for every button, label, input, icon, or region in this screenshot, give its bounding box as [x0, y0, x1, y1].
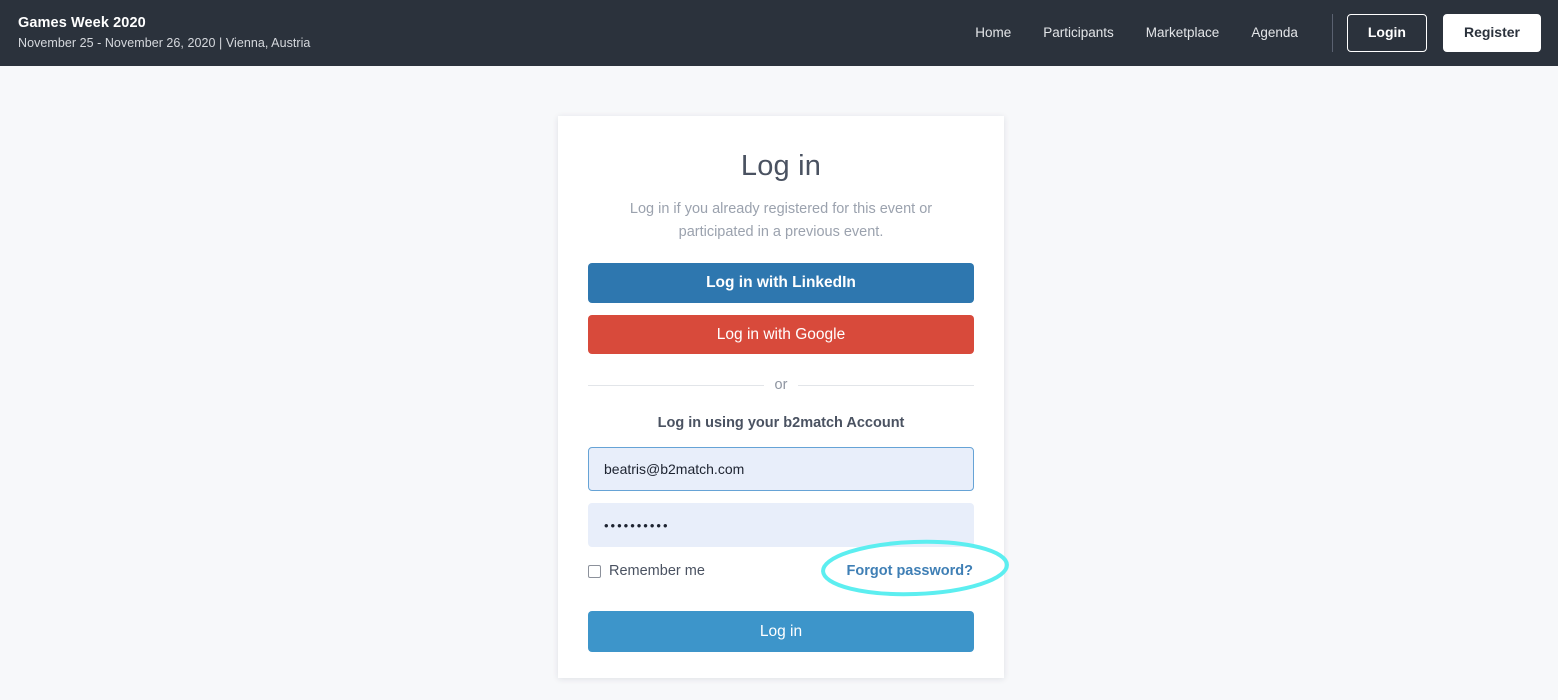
- login-description: Log in if you already registered for thi…: [629, 201, 933, 240]
- forgot-password-link[interactable]: Forgot password?: [847, 562, 973, 580]
- remember-me-control[interactable]: Remember me: [588, 562, 705, 580]
- page-body: Log in Log in if you already registered …: [0, 66, 1558, 700]
- event-title: Games Week 2020: [18, 15, 146, 31]
- header-divider: [1331, 14, 1333, 52]
- divider-line-right: [798, 384, 974, 386]
- submit-login-button[interactable]: Log in: [588, 611, 974, 652]
- password-input[interactable]: [588, 503, 974, 547]
- nav-item-participants[interactable]: Participants: [1027, 0, 1130, 66]
- login-with-google-button[interactable]: Log in with Google: [588, 315, 974, 354]
- or-divider: or: [588, 376, 974, 394]
- register-button[interactable]: Register: [1442, 14, 1541, 52]
- login-with-linkedin-button[interactable]: Log in with LinkedIn: [588, 263, 974, 303]
- divider-line-left: [588, 384, 764, 386]
- brand-block: Games Week 2020 November 25 - November 2…: [18, 14, 310, 52]
- nav-item-agenda[interactable]: Agenda: [1235, 0, 1314, 66]
- login-card: Log in Log in if you already registered …: [558, 116, 1004, 678]
- divider-label: or: [774, 377, 788, 393]
- page-title: Log in: [740, 150, 822, 182]
- site-header: Games Week 2020 November 25 - November 2…: [0, 0, 1558, 66]
- nav-item-marketplace[interactable]: Marketplace: [1130, 0, 1236, 66]
- remember-me-label: Remember me: [609, 563, 705, 579]
- login-options-row: Remember me Forgot password?: [588, 560, 974, 582]
- account-login-label: Log in using your b2match Account: [657, 415, 905, 431]
- email-input[interactable]: [588, 447, 974, 491]
- remember-me-checkbox[interactable]: [588, 564, 601, 578]
- main-navigation: Home Participants Marketplace Agenda: [959, 0, 1314, 66]
- login-button[interactable]: Login: [1346, 14, 1427, 52]
- nav-item-home[interactable]: Home: [959, 0, 1027, 66]
- header-right-section: Home Participants Marketplace Agenda Log…: [959, 0, 1541, 66]
- event-date-location: November 25 - November 26, 2020 | Vienna…: [18, 36, 311, 50]
